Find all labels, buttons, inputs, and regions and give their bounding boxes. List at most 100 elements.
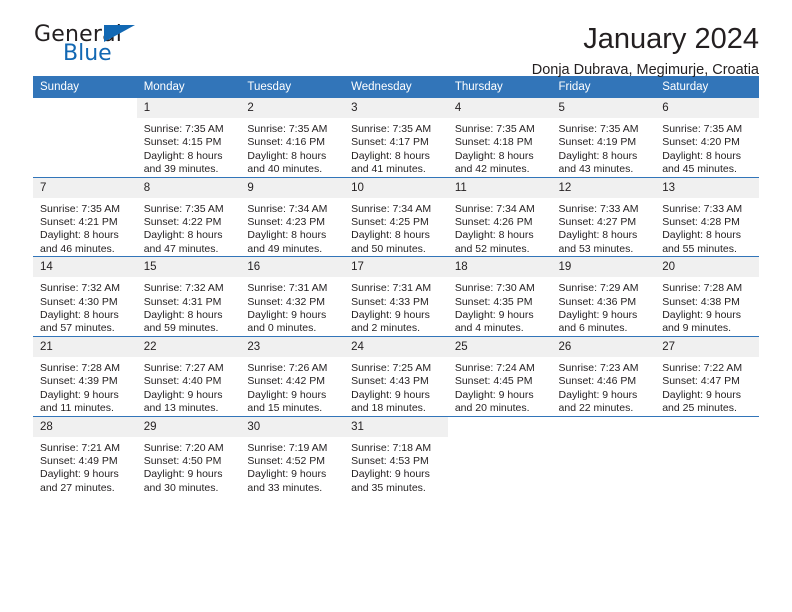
day-number: 14 xyxy=(33,257,137,278)
day-detail-line: Sunset: 4:42 PM xyxy=(247,375,326,388)
day-cell-12[interactable]: 12 Sunrise: 7:33 AM Sunset: 4:27 PM Dayligh… xyxy=(551,176,656,257)
calendar-page: General Blue January 2024 Donja Dubrava,… xyxy=(0,0,792,612)
day-detail-line: and 22 minutes. xyxy=(558,402,634,415)
day-cell-30[interactable]: 30 Sunrise: 7:19 AM Sunset: 4:52 PM Dayligh… xyxy=(240,415,345,496)
day-cell-23[interactable]: 23 Sunrise: 7:26 AM Sunset: 4:42 PM Dayligh… xyxy=(240,335,345,416)
day-detail-line: and 49 minutes. xyxy=(247,242,323,255)
day-cell-25[interactable]: 25 Sunrise: 7:24 AM Sunset: 4:45 PM Dayligh… xyxy=(447,335,552,416)
day-number: 12 xyxy=(551,177,656,198)
day-detail-line: Daylight: 8 hours xyxy=(454,229,534,242)
day-detail-line: Daylight: 9 hours xyxy=(143,468,223,481)
day-detail-line: Sunrise: 7:32 AM xyxy=(40,282,120,295)
day-cell-22[interactable]: 22 Sunrise: 7:27 AM Sunset: 4:40 PM Dayligh… xyxy=(136,335,241,416)
day-cell-10[interactable]: 10 Sunrise: 7:34 AM Sunset: 4:25 PM Dayligh… xyxy=(344,176,448,257)
day-cell-17[interactable]: 17 Sunrise: 7:31 AM Sunset: 4:33 PM Dayligh… xyxy=(344,256,448,337)
day-details: Sunrise: 7:25 AM Sunset: 4:43 PM Daylight:… xyxy=(344,357,448,416)
day-detail-line: Sunset: 4:19 PM xyxy=(558,136,637,149)
day-cell-19[interactable]: 19 Sunrise: 7:29 AM Sunset: 4:36 PM Dayligh… xyxy=(551,256,656,337)
day-number: 10 xyxy=(344,177,448,198)
day-detail-line: Sunrise: 7:19 AM xyxy=(247,441,328,454)
day-number: 26 xyxy=(551,336,656,357)
day-number: 28 xyxy=(33,416,137,437)
day-detail-line: and 9 minutes. xyxy=(662,322,732,335)
day-details: Sunrise: 7:35 AM Sunset: 4:21 PM Daylight:… xyxy=(33,198,137,257)
day-number: 9 xyxy=(240,177,345,198)
calendar-week-row: 7 Sunrise: 7:35 AM Sunset: 4:21 PM Daylight… xyxy=(33,176,759,257)
day-cell-18[interactable]: 18 Sunrise: 7:30 AM Sunset: 4:35 PM Dayligh… xyxy=(447,256,552,337)
day-cell-empty xyxy=(655,415,759,496)
calendar-week-row: 21 Sunrise: 7:28 AM Sunset: 4:39 PM Dayligh… xyxy=(33,335,759,416)
day-detail-line: Daylight: 8 hours xyxy=(143,149,223,162)
brand-logo[interactable]: General Blue xyxy=(33,22,253,74)
day-cell-1[interactable]: 1 Sunrise: 7:35 AM Sunset: 4:15 PM Daylight… xyxy=(136,98,241,178)
day-cell-20[interactable]: 20 Sunrise: 7:28 AM Sunset: 4:38 PM Dayligh… xyxy=(655,256,759,337)
day-cell-3[interactable]: 3 Sunrise: 7:35 AM Sunset: 4:17 PM Daylight… xyxy=(344,98,448,178)
day-detail-line: Daylight: 9 hours xyxy=(351,468,430,481)
day-detail-line: Sunset: 4:49 PM xyxy=(40,454,118,467)
day-detail-line: Sunset: 4:33 PM xyxy=(351,295,429,308)
day-details: Sunrise: 7:35 AM Sunset: 4:19 PM Daylight:… xyxy=(552,118,656,177)
day-detail-line: Daylight: 9 hours xyxy=(247,388,327,401)
day-detail-line: Sunset: 4:53 PM xyxy=(351,454,429,467)
day-cell-6[interactable]: 6 Sunrise: 7:35 AM Sunset: 4:20 PM Daylight… xyxy=(655,98,759,178)
calendar-week-row: 1 Sunrise: 7:35 AM Sunset: 4:15 PM Daylight… xyxy=(33,98,759,178)
day-cell-4[interactable]: 4 Sunrise: 7:35 AM Sunset: 4:18 PM Daylight… xyxy=(447,98,552,178)
day-number: 7 xyxy=(33,177,137,198)
day-cell-8[interactable]: 8 Sunrise: 7:35 AM Sunset: 4:22 PM Daylight… xyxy=(136,176,241,257)
day-cell-14[interactable]: 14 Sunrise: 7:32 AM Sunset: 4:30 PM Dayligh… xyxy=(33,256,137,337)
day-cell-7[interactable]: 7 Sunrise: 7:35 AM Sunset: 4:21 PM Daylight… xyxy=(33,176,137,257)
day-detail-line: Sunset: 4:35 PM xyxy=(454,295,533,308)
day-detail-line: Sunset: 4:45 PM xyxy=(454,375,533,388)
day-cell-5[interactable]: 5 Sunrise: 7:35 AM Sunset: 4:19 PM Daylight… xyxy=(551,98,656,178)
day-detail-line: and 55 minutes. xyxy=(662,242,737,255)
day-cell-2[interactable]: 2 Sunrise: 7:35 AM Sunset: 4:16 PM Daylight… xyxy=(240,98,345,178)
day-details: Sunrise: 7:34 AM Sunset: 4:25 PM Daylight:… xyxy=(344,198,448,257)
day-cell-27[interactable]: 27 Sunrise: 7:22 AM Sunset: 4:47 PM Dayligh… xyxy=(655,335,759,416)
day-detail-line: Sunset: 4:17 PM xyxy=(351,136,429,149)
day-cell-31[interactable]: 31 Sunrise: 7:18 AM Sunset: 4:53 PM Dayligh… xyxy=(344,415,448,496)
day-cell-26[interactable]: 26 Sunrise: 7:23 AM Sunset: 4:46 PM Dayligh… xyxy=(551,335,656,416)
day-detail-line: and 41 minutes. xyxy=(351,163,426,176)
day-cell-15[interactable]: 15 Sunrise: 7:32 AM Sunset: 4:31 PM Dayligh… xyxy=(136,256,241,337)
day-detail-line: Daylight: 8 hours xyxy=(247,229,327,242)
day-cell-21[interactable]: 21 Sunrise: 7:28 AM Sunset: 4:39 PM Dayligh… xyxy=(33,335,137,416)
day-detail-line: and 6 minutes. xyxy=(558,322,628,335)
day-cell-9[interactable]: 9 Sunrise: 7:34 AM Sunset: 4:23 PM Daylight… xyxy=(240,176,345,257)
day-cell-29[interactable]: 29 Sunrise: 7:20 AM Sunset: 4:50 PM Dayligh… xyxy=(136,415,241,496)
day-details: Sunrise: 7:35 AM Sunset: 4:17 PM Daylight:… xyxy=(344,118,448,177)
day-cell-13[interactable]: 13 Sunrise: 7:33 AM Sunset: 4:28 PM Dayligh… xyxy=(655,176,759,257)
day-details: Sunrise: 7:19 AM Sunset: 4:52 PM Daylight:… xyxy=(240,437,344,496)
day-details: Sunrise: 7:31 AM Sunset: 4:32 PM Daylight:… xyxy=(240,277,344,336)
day-detail-line: and 43 minutes. xyxy=(558,163,634,176)
day-detail-line: Sunset: 4:30 PM xyxy=(40,295,118,308)
day-number: 21 xyxy=(33,336,137,357)
day-detail-line: Sunset: 4:31 PM xyxy=(143,295,222,308)
day-detail-line: Daylight: 9 hours xyxy=(40,468,119,481)
day-detail-line: Daylight: 8 hours xyxy=(40,309,119,322)
calendar-table: Sunday Monday Tuesday Wednesday Thursday Frid… xyxy=(33,76,759,496)
day-details: Sunrise: 7:34 AM Sunset: 4:23 PM Daylight:… xyxy=(240,198,344,257)
day-detail-line: Sunset: 4:23 PM xyxy=(247,216,326,229)
day-detail-line: and 18 minutes. xyxy=(351,402,426,415)
day-detail-line: Sunset: 4:43 PM xyxy=(351,375,429,388)
day-detail-line: Sunrise: 7:30 AM xyxy=(454,282,535,295)
day-cell-16[interactable]: 16 Sunrise: 7:31 AM Sunset: 4:32 PM Dayligh… xyxy=(240,256,345,337)
day-details: Sunrise: 7:27 AM Sunset: 4:40 PM Daylight:… xyxy=(137,357,241,416)
day-number: 30 xyxy=(240,416,345,437)
day-detail-line: and 53 minutes. xyxy=(558,242,634,255)
day-cell-24[interactable]: 24 Sunrise: 7:25 AM Sunset: 4:43 PM Dayligh… xyxy=(344,335,448,416)
day-cell-11[interactable]: 11 Sunrise: 7:34 AM Sunset: 4:26 PM Dayligh… xyxy=(447,176,552,257)
day-number: 27 xyxy=(655,336,759,357)
day-detail-line: Sunrise: 7:31 AM xyxy=(351,282,432,295)
day-detail-line: Daylight: 8 hours xyxy=(351,229,430,242)
day-details: Sunrise: 7:26 AM Sunset: 4:42 PM Daylight:… xyxy=(240,357,344,416)
day-detail-line: Sunrise: 7:29 AM xyxy=(558,282,639,295)
day-number: 11 xyxy=(447,177,552,198)
day-cell-28[interactable]: 28 Sunrise: 7:21 AM Sunset: 4:49 PM Dayligh… xyxy=(33,415,137,496)
day-detail-line: and 11 minutes. xyxy=(40,402,114,415)
day-number: 24 xyxy=(344,336,448,357)
day-detail-line: Sunset: 4:39 PM xyxy=(40,375,118,388)
day-detail-line: Sunrise: 7:18 AM xyxy=(351,441,432,454)
day-detail-line: Daylight: 8 hours xyxy=(143,309,223,322)
day-detail-line: Sunrise: 7:28 AM xyxy=(662,282,743,295)
